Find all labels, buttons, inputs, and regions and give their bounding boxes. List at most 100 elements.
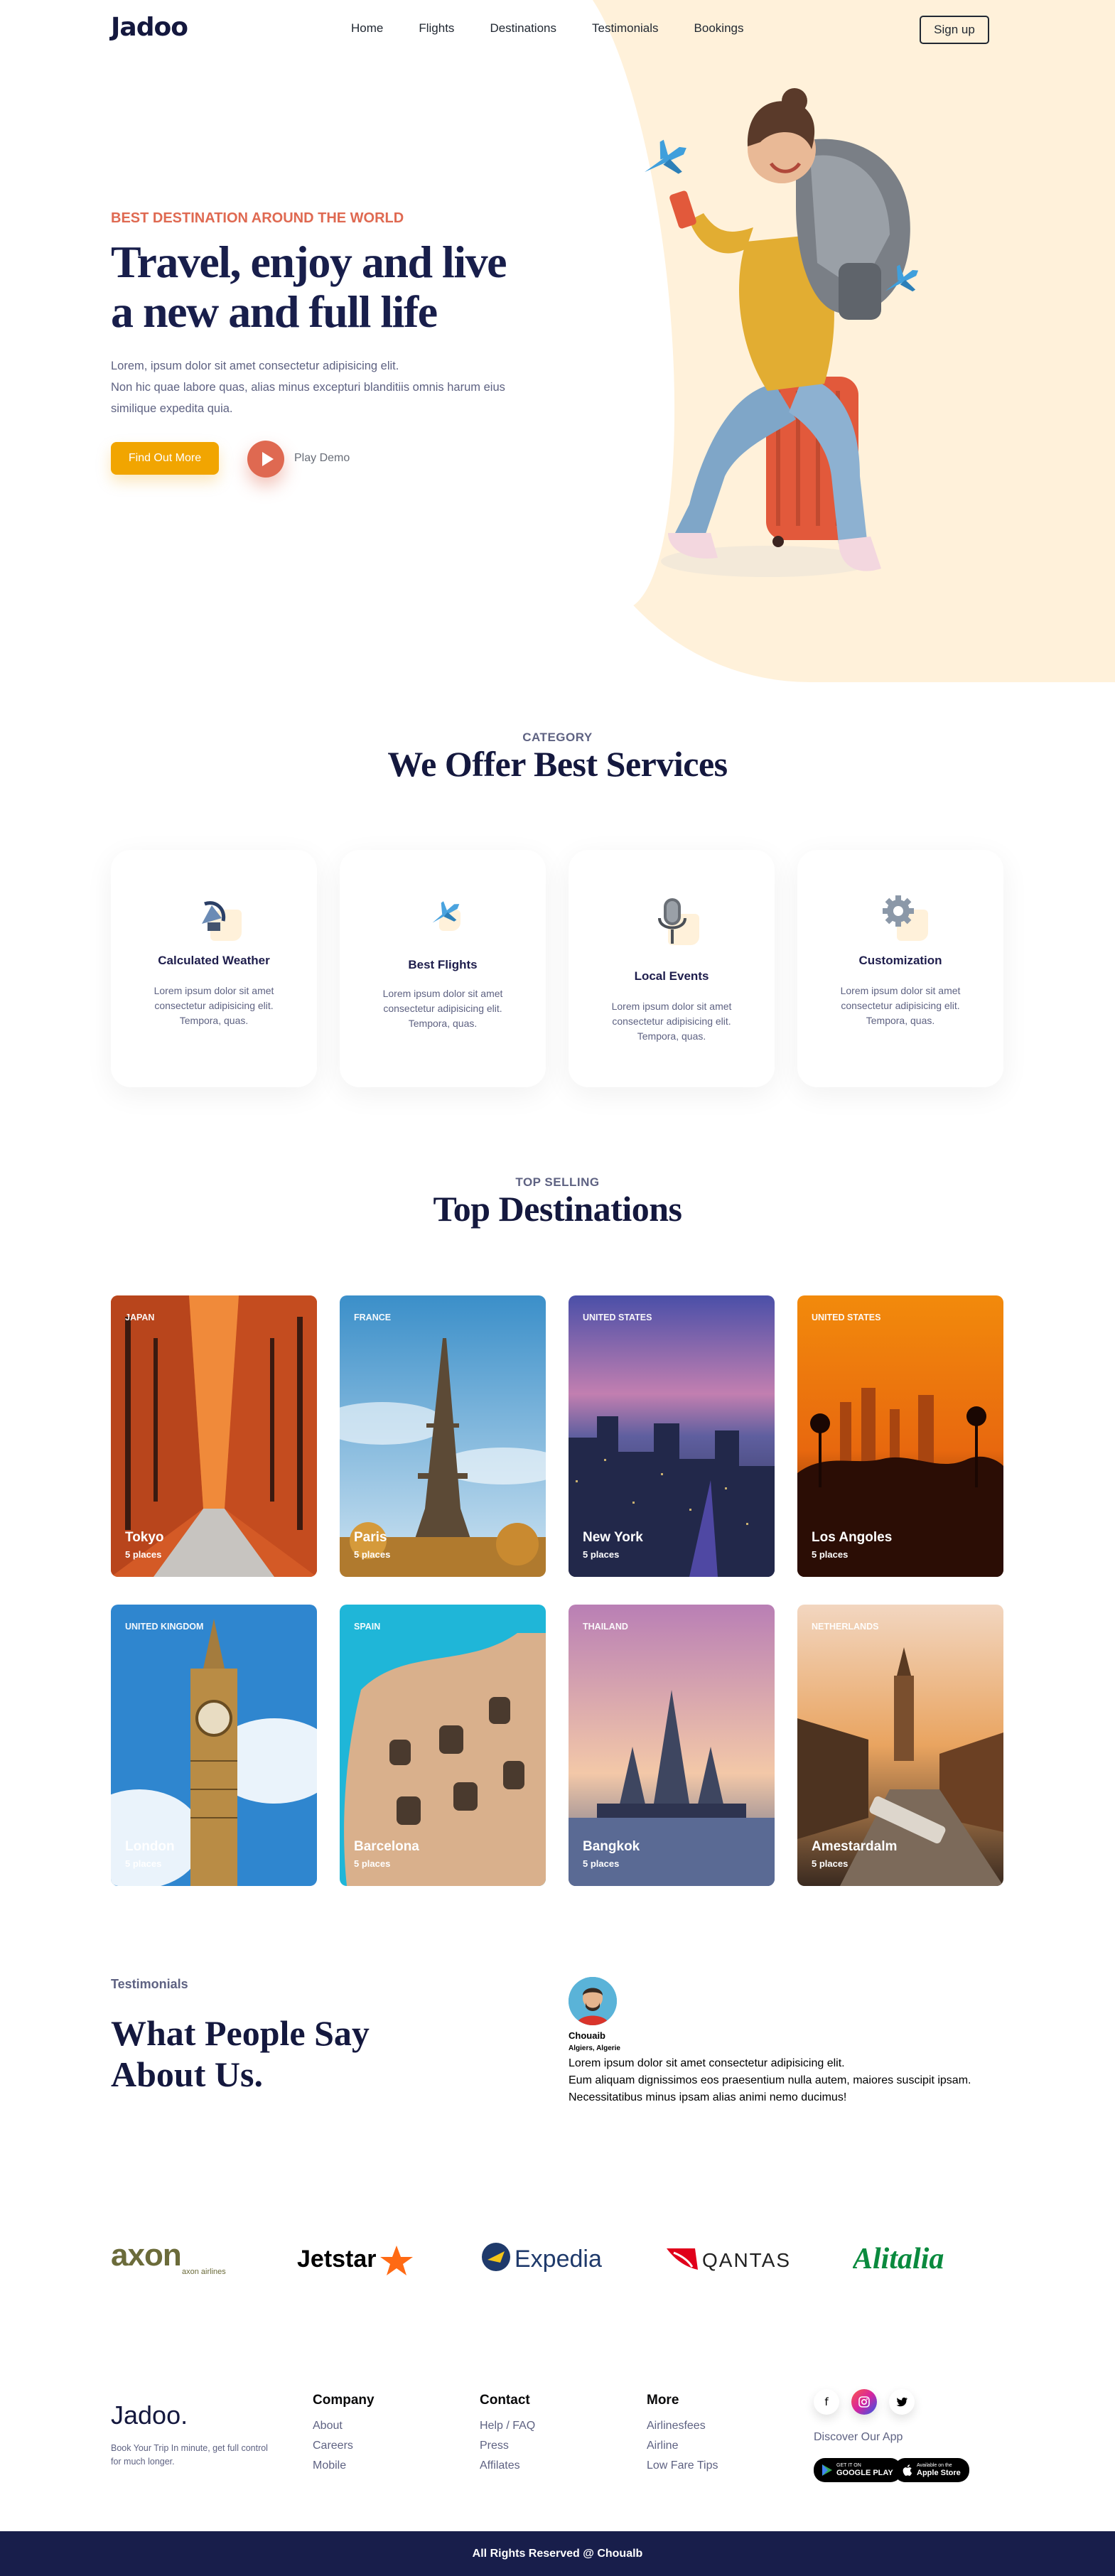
- airplane-icon: [419, 890, 470, 941]
- microphone-icon: [648, 894, 699, 945]
- google-play-big: GOOGLE PLAY: [836, 2469, 893, 2477]
- hero-text-line-2: Non hic quae labore quas, alias minus ex…: [111, 381, 505, 394]
- destination-country: UNITED STATES: [583, 1313, 652, 1322]
- copyright-text: All Rights Reserved @ Choualb: [472, 2548, 643, 2560]
- destination-city: Los Angoles: [812, 1530, 893, 1545]
- service-card[interactable]: Local Events Lorem ipsum dolor sit amet …: [569, 850, 775, 1087]
- destination-city: London: [125, 1839, 175, 1854]
- services-kicker: CATEGORY: [522, 731, 593, 744]
- app-store-small: Available on the: [917, 2463, 952, 2468]
- footer-link-help[interactable]: Help / FAQ: [480, 2420, 535, 2432]
- destination-places: 5 places: [125, 1549, 162, 1560]
- footer-link-airlinesfees[interactable]: Airlinesfees: [647, 2420, 718, 2432]
- destination-country: FRANCE: [354, 1313, 392, 1322]
- service-title: Calculated Weather: [158, 954, 270, 967]
- destination-city: Paris: [354, 1530, 387, 1545]
- destination-card-paris[interactable]: FRANCE Paris 5 places: [340, 1295, 546, 1577]
- footer-link-mobile[interactable]: Mobile: [313, 2459, 375, 2472]
- nav-bookings[interactable]: Bookings: [694, 21, 744, 36]
- footer-link-about[interactable]: About: [313, 2420, 375, 2432]
- airplane-icon: [645, 139, 686, 174]
- testimonials-title-line-1: What People Say: [111, 2013, 370, 2053]
- destination-places: 5 places: [583, 1858, 620, 1869]
- destination-country: SPAIN: [354, 1622, 381, 1632]
- traveller-illustration: [645, 88, 919, 577]
- page: Jadoo Home Flights Destinations Testimon…: [0, 0, 1115, 2576]
- testimonial-quote-line-2: Eum aliquam dignissimos eos praesentium …: [569, 2074, 971, 2086]
- footer-column-contact: Contact Help / FAQ Press Affilates: [480, 2393, 535, 2479]
- nav-flights[interactable]: Flights: [419, 21, 454, 36]
- destination-city: Tokyo: [125, 1530, 164, 1545]
- hero-description: Lorem, ipsum dolor sit amet consectetur …: [111, 355, 566, 419]
- google-play-icon: [822, 2464, 832, 2476]
- footer-column-title: Company: [313, 2393, 375, 2408]
- destination-card-new-york[interactable]: UNITED STATES New York 5 places: [569, 1295, 775, 1577]
- avatar: [569, 1977, 617, 2025]
- destination-country: JAPAN: [125, 1313, 155, 1322]
- service-card[interactable]: Calculated Weather Lorem ipsum dolor sit…: [111, 850, 317, 1087]
- destination-places: 5 places: [583, 1549, 620, 1560]
- destination-card-barcelona[interactable]: SPAIN Barcelona 5 places: [340, 1605, 546, 1886]
- destination-card-london[interactable]: UNITED KINGDOM London 5 places: [111, 1605, 317, 1886]
- destination-places: 5 places: [812, 1549, 849, 1560]
- service-card[interactable]: Customization Lorem ipsum dolor sit amet…: [797, 850, 1003, 1087]
- destination-places: 5 places: [354, 1858, 391, 1869]
- twitter-icon[interactable]: [889, 2389, 915, 2415]
- logo[interactable]: Jadoo: [111, 13, 188, 42]
- footer-tagline: Book Your Trip In minute, get full contr…: [111, 2443, 268, 2467]
- testimonial-quote-line-1: Lorem ipsum dolor sit amet consectetur a…: [569, 2057, 845, 2069]
- apple-icon: [903, 2464, 912, 2476]
- partner-logo-qantas: QANTAS: [667, 2238, 794, 2278]
- footer-link-press[interactable]: Press: [480, 2440, 535, 2452]
- service-title: Best Flights: [408, 958, 478, 971]
- app-store-big: Apple Store: [917, 2469, 961, 2477]
- destination-city: Barcelona: [354, 1839, 419, 1854]
- footer-link-airline[interactable]: Airline: [647, 2440, 718, 2452]
- destination-country: UNITED KINGDOM: [125, 1622, 204, 1632]
- destination-places: 5 places: [354, 1549, 391, 1560]
- destination-card-bangkok[interactable]: THAILAND Bangkok 5 places: [569, 1605, 775, 1886]
- google-play-button[interactable]: GET IT ON GOOGLE PLAY: [814, 2458, 902, 2482]
- partner-name-axon: axon airlines: [182, 2268, 226, 2276]
- hero-title-line-1: Travel, enjoy and live: [111, 237, 507, 287]
- destination-places: 5 places: [812, 1858, 849, 1869]
- footer-link-careers[interactable]: Careers: [313, 2440, 375, 2452]
- play-demo-label[interactable]: Play Demo: [294, 452, 350, 465]
- hero-kicker: BEST DESTINATION AROUND THE WORLD: [111, 210, 404, 226]
- find-out-more-button[interactable]: Find Out More: [111, 442, 219, 475]
- destinations-title: Top Destinations: [433, 1189, 682, 1229]
- app-store-button[interactable]: Available on the Apple Store: [894, 2458, 969, 2482]
- facebook-icon[interactable]: f: [814, 2389, 839, 2415]
- hero-text-line-1: Lorem, ipsum dolor sit amet consectetur …: [111, 360, 399, 372]
- service-text: Lorem ipsum dolor sit amet consectetur a…: [153, 985, 274, 1026]
- service-text: Lorem ipsum dolor sit amet consectetur a…: [840, 985, 961, 1026]
- nav-destinations[interactable]: Destinations: [490, 21, 556, 36]
- footer-logo[interactable]: Jadoo.: [111, 2400, 188, 2430]
- destination-city: Amestardalm: [812, 1839, 898, 1854]
- instagram-icon[interactable]: [851, 2389, 877, 2415]
- destination-card-amsterdam[interactable]: NETHERLANDS Amestardalm 5 places: [797, 1605, 1003, 1886]
- nav-testimonials[interactable]: Testimonials: [592, 21, 659, 36]
- play-demo-icon[interactable]: [247, 441, 284, 478]
- services-title: We Offer Best Services: [387, 744, 728, 784]
- footer-link-low-fare-tips[interactable]: Low Fare Tips: [647, 2459, 718, 2472]
- destination-country: THAILAND: [583, 1622, 628, 1632]
- footer-column-title: More: [647, 2393, 679, 2408]
- partner-name-qantas: QANTAS: [702, 2249, 791, 2271]
- signup-button[interactable]: Sign up: [920, 16, 989, 44]
- footer-column-title: Contact: [480, 2393, 530, 2408]
- testimonial-quote: Lorem ipsum dolor sit amet consectetur a…: [569, 2055, 1002, 2106]
- hero-title: Travel, enjoy and live a new and full li…: [111, 237, 551, 337]
- nav-home[interactable]: Home: [351, 21, 383, 36]
- footer-column-company: Company About Careers Mobile: [313, 2393, 375, 2479]
- footer-link-affiliates[interactable]: Affilates: [480, 2459, 535, 2472]
- testimonial-quote-line-3: Necessitatibus minus ipsam alias animi n…: [569, 2091, 847, 2103]
- service-card[interactable]: Best Flights Lorem ipsum dolor sit amet …: [340, 850, 546, 1087]
- hero-text-line-3: similique expedita quia.: [111, 402, 233, 415]
- testimonial-location: Algiers, Algerie: [569, 2044, 620, 2052]
- destination-card-los-angeles[interactable]: UNITED STATES Los Angoles 5 places: [797, 1295, 1003, 1577]
- partner-name-alitalia: Alitalia: [853, 2243, 944, 2275]
- destination-country: UNITED STATES: [812, 1313, 881, 1322]
- service-title: Local Events: [634, 969, 709, 983]
- destination-card-tokyo[interactable]: JAPAN Tokyo 5 places: [111, 1295, 317, 1577]
